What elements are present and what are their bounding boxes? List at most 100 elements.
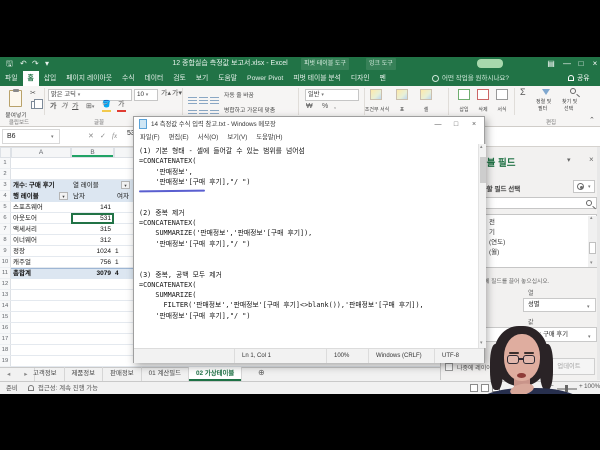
collapse-ribbon-icon[interactable]: ⌃ (589, 117, 595, 125)
field-item[interactable]: (연도) (489, 238, 505, 248)
notepad-editor[interactable]: (1) 기본 형태 - 셀에 들어갈 수 있는 범위를 넘어섬 =CONCATE… (135, 144, 478, 348)
wrap-text-button[interactable]: 자동 줄 바꿈 (224, 90, 254, 99)
row-number[interactable]: 13 (0, 290, 11, 301)
total-male[interactable]: 3079 (71, 268, 111, 279)
find-select-label-1[interactable]: 찾기 및 (562, 98, 577, 105)
sheet-tab[interactable]: 02 가상테이블 (189, 367, 242, 381)
zoom-in-icon[interactable]: + (579, 383, 583, 390)
insert-label[interactable]: 삽입 (454, 106, 474, 113)
name-box[interactable]: B6▾ (2, 129, 60, 144)
tell-me-box[interactable]: 어떤 작업을 원하시나요? (442, 71, 509, 86)
conditional-formatting-icon[interactable] (370, 89, 382, 100)
comma-format-icon[interactable]: , (334, 103, 336, 111)
pivot-row-label[interactable]: 스포츠웨어 (11, 202, 71, 213)
italic-button[interactable]: 가 (61, 103, 67, 111)
font-name-select[interactable]: 맑은 고딕 ▾ (48, 89, 132, 101)
row-labels-filter-icon[interactable]: ▾ (59, 192, 68, 200)
total-label[interactable]: 총합계 (13, 268, 31, 279)
ribbon-tab[interactable]: 삽입 (39, 71, 62, 86)
pivot-row-label[interactable]: 액세서리 (11, 224, 71, 235)
cell-styles-label[interactable]: 셀 (416, 106, 436, 113)
notepad-menu-item[interactable]: 보기(V) (227, 132, 247, 144)
format-as-table-label[interactable]: 표 (392, 106, 412, 113)
field-list-scrollbar[interactable]: ▴ ▾ (588, 216, 597, 267)
notepad-text[interactable]: (1) 기본 형태 - 셀에 들어갈 수 있는 범위를 넘어섬 =CONCATE… (135, 144, 478, 321)
cell-styles-icon[interactable] (420, 89, 432, 100)
row-number[interactable]: 19 (0, 356, 11, 367)
font-color-bar-icon[interactable] (117, 110, 126, 112)
delete-label[interactable]: 삭제 (473, 106, 493, 113)
pivot-row-label[interactable]: 정장 (11, 246, 71, 257)
fill-color-icon[interactable] (102, 110, 111, 112)
field-item[interactable]: (월) (489, 248, 505, 258)
ribbon-tab[interactable]: Power Pivot (242, 71, 288, 86)
total-female-partial[interactable]: 4 (115, 268, 119, 279)
bold-button[interactable]: 가 (50, 103, 56, 111)
ribbon-tab[interactable]: 파일 (0, 71, 23, 86)
underline-button[interactable]: 가 (72, 103, 78, 111)
cell-a3[interactable]: 개수: 구매 후기 (13, 180, 55, 191)
paste-icon[interactable] (9, 90, 22, 107)
redo-icon[interactable]: ↷ (32, 57, 39, 71)
number-format-select[interactable]: 일반 ▾ (305, 89, 359, 101)
font-color-button[interactable]: 가 (118, 101, 124, 109)
notepad-menu-item[interactable]: 파일(F) (140, 132, 160, 144)
share-button[interactable]: 공유 (577, 71, 590, 86)
notepad-menu-item[interactable]: 서식(O) (198, 132, 219, 144)
ribbon-tab[interactable]: 디자인 (346, 71, 375, 86)
sheet-tab[interactable]: 고객정보 (26, 367, 65, 381)
new-sheet-icon[interactable]: ⊕ (258, 368, 265, 377)
sheet-nav-left-icon[interactable]: ◂ (0, 368, 17, 381)
row-number[interactable]: 3 (0, 180, 11, 191)
autosum-icon[interactable]: Σ (520, 88, 526, 96)
field-item[interactable]: 전 (489, 218, 505, 228)
accessibility-status[interactable]: 접근성: 계속 진행 가능 (38, 383, 98, 392)
scrollbar-thumb[interactable] (589, 242, 596, 254)
ribbon-tab[interactable]: 펜 (375, 71, 391, 86)
copy-icon[interactable] (31, 101, 38, 109)
select-all-corner[interactable] (0, 147, 11, 158)
notepad-menu-item[interactable]: 편집(E) (169, 132, 189, 144)
sort-filter-label-1[interactable]: 정렬 및 (536, 98, 551, 105)
notepad-maximize-icon[interactable]: □ (448, 117, 464, 132)
ribbon-tab[interactable]: 홈 (23, 71, 39, 86)
zoom-slider-handle[interactable] (565, 385, 568, 392)
column-header-a[interactable]: A (11, 147, 71, 158)
tools-dropdown[interactable]: ▾ (573, 180, 595, 193)
notepad-close-icon[interactable]: × (466, 117, 482, 132)
cancel-icon[interactable]: ✕ (88, 129, 94, 144)
pivot-row-label[interactable]: 캐주얼 (11, 257, 71, 268)
zoom-level[interactable]: 100% (584, 383, 600, 390)
percent-format-icon[interactable]: % (322, 103, 328, 111)
pivot-row-label[interactable]: 이너웨어 (11, 235, 71, 246)
row-number[interactable]: 11 (0, 268, 11, 279)
row-number[interactable]: 17 (0, 334, 11, 345)
format-as-table-icon[interactable] (396, 89, 408, 100)
ribbon-tab[interactable]: 데이터 (139, 71, 168, 86)
undo-icon[interactable]: ↶ (20, 57, 27, 71)
find-select-icon[interactable] (570, 88, 576, 94)
ribbon-display-options-icon[interactable]: ▤ (544, 57, 558, 70)
enter-icon[interactable]: ✓ (100, 129, 106, 144)
scroll-up-icon[interactable]: ▴ (590, 215, 593, 221)
insert-cells-icon[interactable] (458, 89, 470, 100)
cell-c4[interactable]: 여자 (117, 191, 129, 202)
ribbon-tab[interactable]: 도움말 (213, 71, 242, 86)
ribbon-tab[interactable]: 검토 (168, 71, 191, 86)
row-number[interactable]: 5 (0, 202, 11, 213)
notepad-menu-item[interactable]: 도움말(H) (256, 132, 282, 144)
row-number[interactable]: 8 (0, 235, 11, 246)
sheet-tab[interactable]: 제품정보 (65, 367, 104, 381)
columns-area-chip-gender[interactable]: 성별 ▾ (523, 298, 596, 312)
row-number[interactable]: 16 (0, 323, 11, 334)
font-size-select[interactable]: 10 ▾ (134, 89, 158, 101)
shrink-font-icon[interactable]: 가▾ (172, 90, 182, 98)
cut-icon[interactable]: ✂ (30, 90, 36, 98)
grow-font-icon[interactable]: 가▴ (161, 90, 171, 98)
pivot-value-male[interactable]: 312 (71, 235, 111, 246)
pivot-value-male[interactable]: 756 (71, 257, 111, 268)
cell-a4-row-labels[interactable]: 행 레이블 (13, 191, 39, 202)
zoom-out-icon[interactable]: − (550, 383, 554, 390)
customize-qat-icon[interactable]: ▾ (45, 57, 49, 71)
sheet-tab[interactable]: 01 계산필드 (142, 367, 189, 381)
